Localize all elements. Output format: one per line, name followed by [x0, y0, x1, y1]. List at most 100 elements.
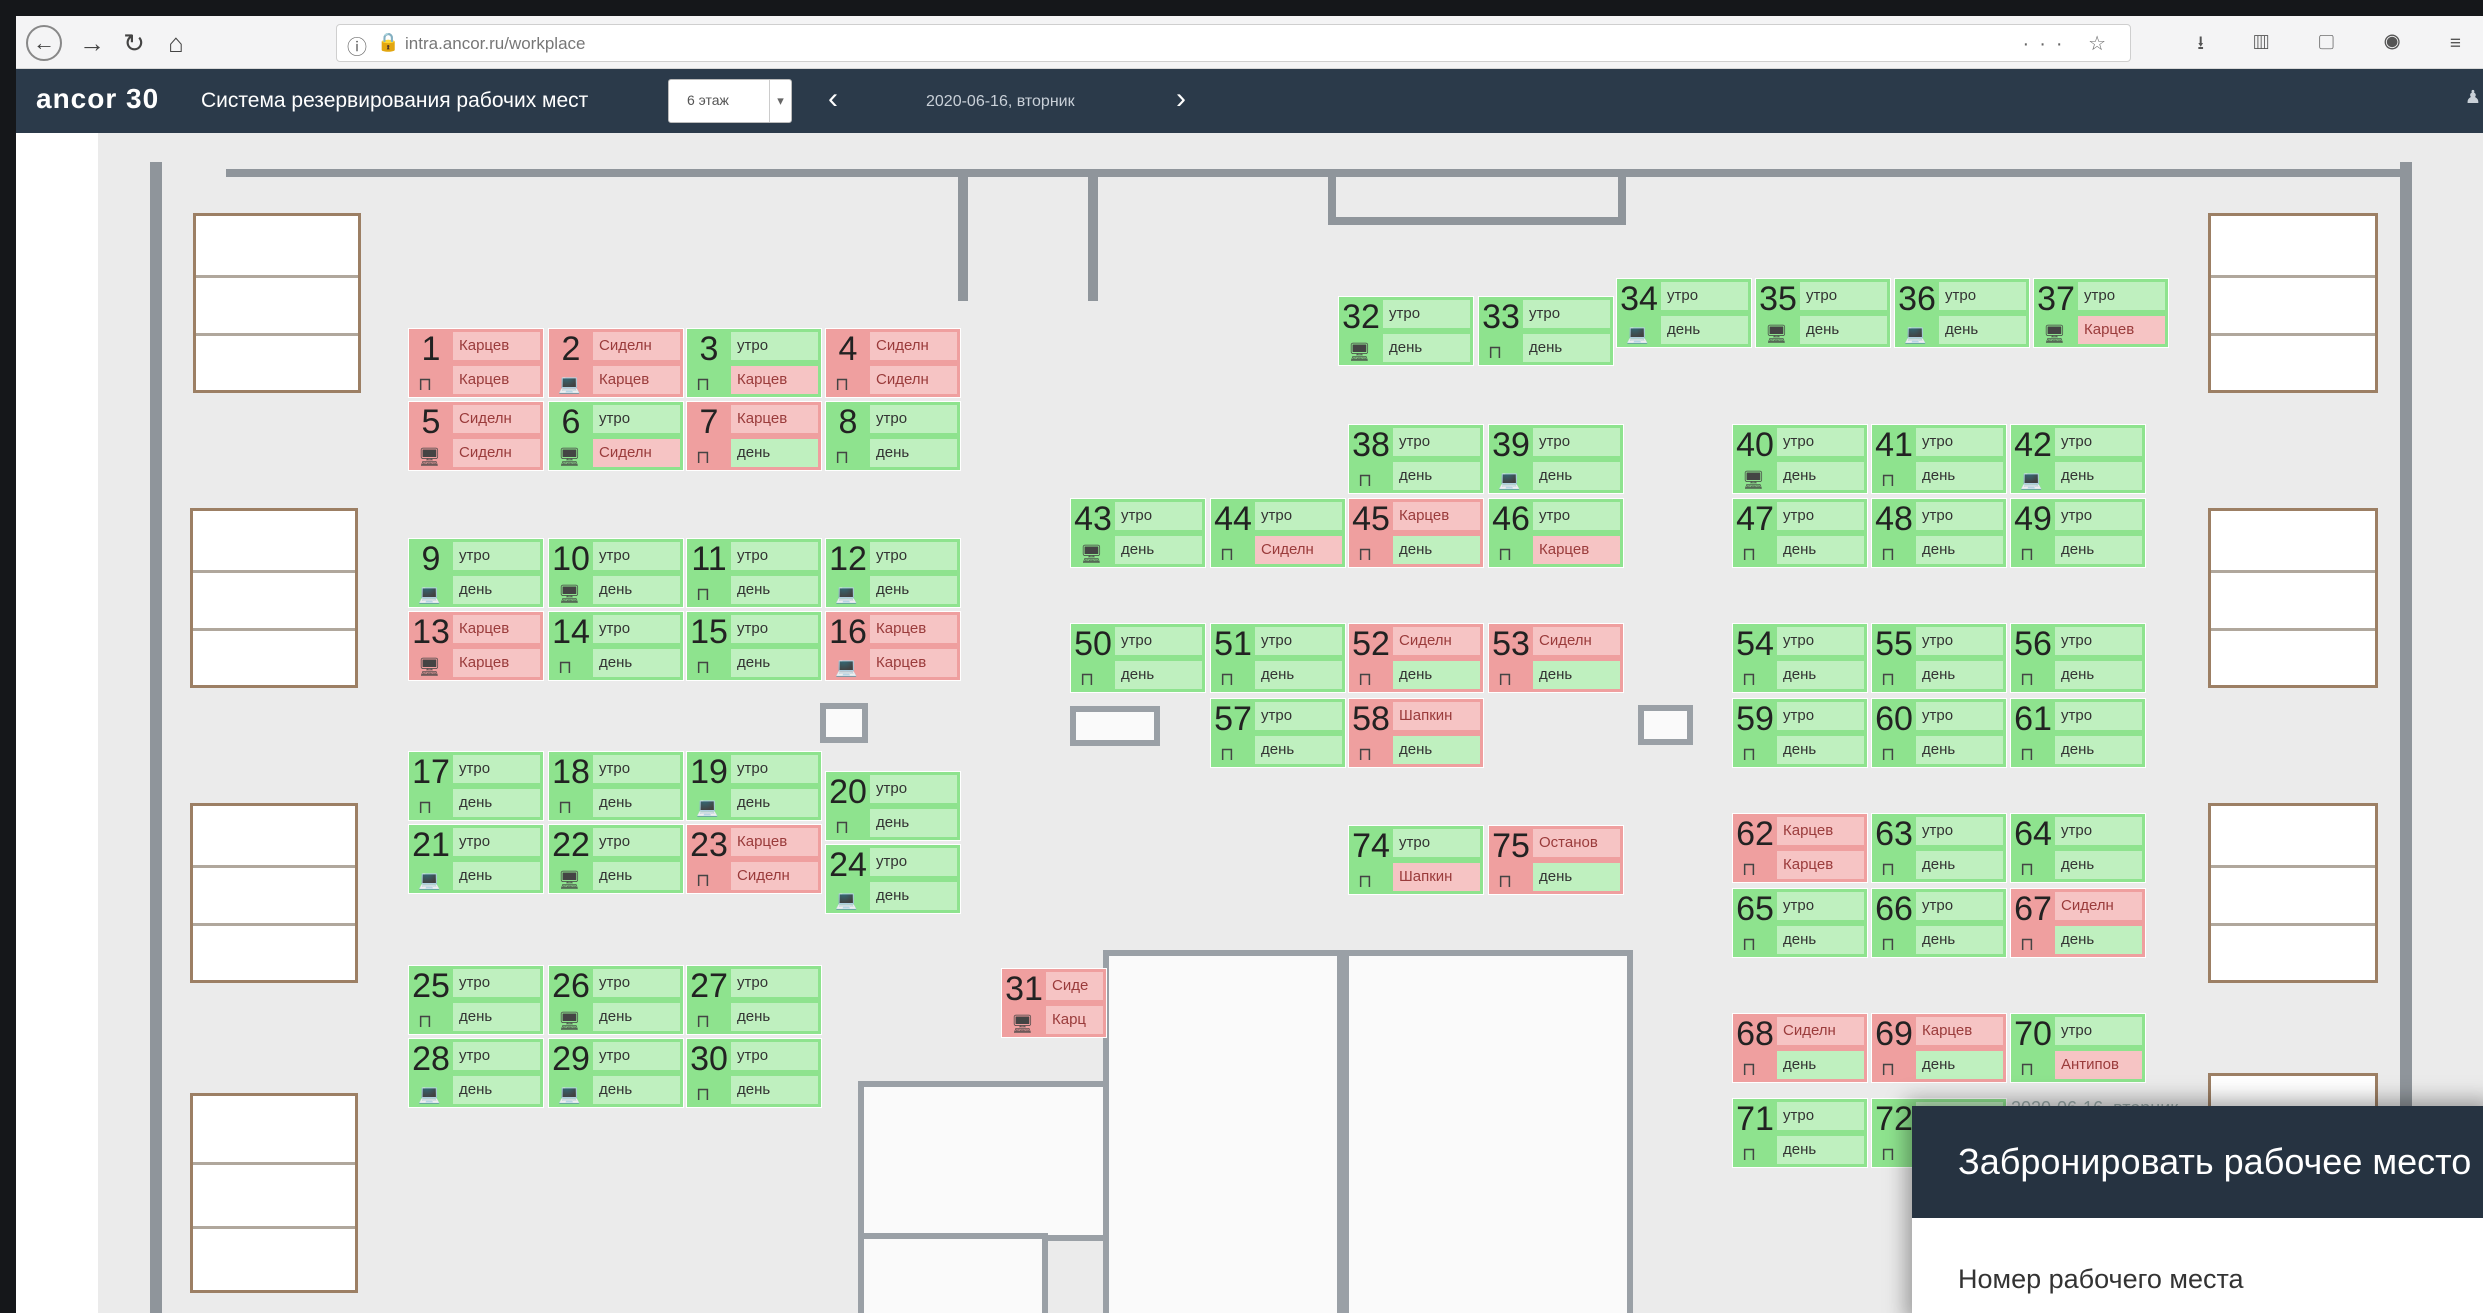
morning-slot[interactable]: утро: [1777, 428, 1864, 456]
morning-slot[interactable]: Сиде: [1046, 972, 1103, 1000]
day-slot[interactable]: день: [870, 809, 957, 837]
day-slot[interactable]: день: [2055, 536, 2142, 564]
morning-slot[interactable]: Карцев: [1916, 1017, 2003, 1045]
day-slot[interactable]: день: [2055, 462, 2142, 490]
day-slot[interactable]: день: [1393, 536, 1480, 564]
morning-slot[interactable]: утро: [453, 1042, 540, 1070]
day-slot[interactable]: день: [1916, 1051, 2003, 1079]
desk-39[interactable]: 39 💻 утро день: [1488, 424, 1624, 494]
day-slot[interactable]: день: [2055, 661, 2142, 689]
desk-57[interactable]: 57 ⊓ утро день: [1210, 698, 1346, 768]
desk-28[interactable]: 28 💻 утро день: [408, 1038, 544, 1108]
day-slot[interactable]: день: [593, 576, 680, 604]
desk-5[interactable]: 5 🖥 Сиделн Сиделн: [408, 401, 544, 471]
desk-19[interactable]: 19 💻 утро день: [686, 751, 822, 821]
desk-16[interactable]: 16 💻 Карцев Карцев: [825, 611, 961, 681]
desk-9[interactable]: 9 💻 утро день: [408, 538, 544, 608]
morning-slot[interactable]: утро: [1939, 282, 2026, 310]
day-slot[interactable]: день: [593, 1003, 680, 1031]
desk-7[interactable]: 7 ⊓ Карцев день: [686, 401, 822, 471]
desk-35[interactable]: 35 🖥 утро день: [1755, 278, 1891, 348]
desk-63[interactable]: 63 ⊓ утро день: [1871, 813, 2007, 883]
desk-22[interactable]: 22 🖥 утро день: [548, 824, 684, 894]
morning-slot[interactable]: Карцев: [453, 332, 540, 360]
desk-62[interactable]: 62 ⊓ Карцев Карцев: [1732, 813, 1868, 883]
day-slot[interactable]: день: [453, 862, 540, 890]
day-slot[interactable]: день: [1777, 536, 1864, 564]
desk-59[interactable]: 59 ⊓ утро день: [1732, 698, 1868, 768]
day-slot[interactable]: день: [1255, 661, 1342, 689]
day-slot[interactable]: день: [731, 1076, 818, 1104]
desk-44[interactable]: 44 ⊓ утро Сиделн: [1210, 498, 1346, 568]
day-slot[interactable]: Сиделн: [1255, 536, 1342, 564]
page-actions-icon[interactable]: ··· ☆: [2023, 31, 2116, 56]
day-slot[interactable]: Карцев: [1533, 536, 1620, 564]
morning-slot[interactable]: утро: [2055, 627, 2142, 655]
day-slot[interactable]: день: [453, 576, 540, 604]
morning-slot[interactable]: утро: [1393, 829, 1480, 857]
desk-30[interactable]: 30 ⊓ утро день: [686, 1038, 822, 1108]
reload-icon[interactable]: ↻: [116, 25, 152, 61]
day-slot[interactable]: день: [453, 1003, 540, 1031]
morning-slot[interactable]: утро: [593, 755, 680, 783]
morning-slot[interactable]: утро: [1255, 627, 1342, 655]
prev-date-button[interactable]: ‹: [828, 84, 838, 114]
morning-slot[interactable]: утро: [593, 405, 680, 433]
day-slot[interactable]: день: [1777, 462, 1864, 490]
day-slot[interactable]: день: [1115, 661, 1202, 689]
day-slot[interactable]: день: [1393, 661, 1480, 689]
day-slot[interactable]: день: [1383, 334, 1470, 362]
day-slot[interactable]: день: [1533, 661, 1620, 689]
day-slot[interactable]: Карцев: [731, 366, 818, 394]
morning-slot[interactable]: утро: [1916, 502, 2003, 530]
url-bar[interactable]: ⓘ 🔒 intra.ancor.ru/workplace ··· ☆: [336, 24, 2131, 62]
day-slot[interactable]: день: [593, 649, 680, 677]
desk-37[interactable]: 37 🖥 утро Карцев: [2033, 278, 2169, 348]
day-slot[interactable]: день: [1255, 736, 1342, 764]
morning-slot[interactable]: утро: [1393, 428, 1480, 456]
desk-61[interactable]: 61 ⊓ утро день: [2010, 698, 2146, 768]
desk-13[interactable]: 13 🖥 Карцев Карцев: [408, 611, 544, 681]
morning-slot[interactable]: утро: [1777, 627, 1864, 655]
day-slot[interactable]: день: [2055, 926, 2142, 954]
desk-66[interactable]: 66 ⊓ утро день: [1871, 888, 2007, 958]
desk-41[interactable]: 41 ⊓ утро день: [1871, 424, 2007, 494]
morning-slot[interactable]: утро: [593, 828, 680, 856]
day-slot[interactable]: день: [1661, 316, 1748, 344]
morning-slot[interactable]: утро: [1533, 428, 1620, 456]
desk-18[interactable]: 18 ⊓ утро день: [548, 751, 684, 821]
morning-slot[interactable]: утро: [593, 542, 680, 570]
desk-29[interactable]: 29 💻 утро день: [548, 1038, 684, 1108]
morning-slot[interactable]: утро: [1916, 702, 2003, 730]
desk-6[interactable]: 6 🖥 утро Сиделн: [548, 401, 684, 471]
user-icon[interactable]: ♟: [2465, 87, 2481, 108]
day-slot[interactable]: Карцев: [1777, 851, 1864, 879]
day-slot[interactable]: Карцев: [870, 649, 957, 677]
desk-69[interactable]: 69 ⊓ Карцев день: [1871, 1013, 2007, 1083]
day-slot[interactable]: день: [593, 862, 680, 890]
desk-17[interactable]: 17 ⊓ утро день: [408, 751, 544, 821]
day-slot[interactable]: день: [1777, 1051, 1864, 1079]
day-slot[interactable]: день: [870, 439, 957, 467]
day-slot[interactable]: день: [593, 789, 680, 817]
morning-slot[interactable]: утро: [453, 755, 540, 783]
desk-3[interactable]: 3 ⊓ утро Карцев: [686, 328, 822, 398]
desk-42[interactable]: 42 💻 утро день: [2010, 424, 2146, 494]
morning-slot[interactable]: утро: [1777, 1102, 1864, 1130]
desk-49[interactable]: 49 ⊓ утро день: [2010, 498, 2146, 568]
desk-2[interactable]: 2 💻 Сиделн Карцев: [548, 328, 684, 398]
desk-64[interactable]: 64 ⊓ утро день: [2010, 813, 2146, 883]
morning-slot[interactable]: утро: [1916, 892, 2003, 920]
morning-slot[interactable]: утро: [1115, 627, 1202, 655]
morning-slot[interactable]: утро: [2078, 282, 2165, 310]
desk-40[interactable]: 40 🖥 утро день: [1732, 424, 1868, 494]
morning-slot[interactable]: утро: [1255, 702, 1342, 730]
day-slot[interactable]: день: [1800, 316, 1887, 344]
morning-slot[interactable]: утро: [1916, 817, 2003, 845]
day-slot[interactable]: день: [453, 789, 540, 817]
morning-slot[interactable]: утро: [593, 1042, 680, 1070]
morning-slot[interactable]: Шапкин: [1393, 702, 1480, 730]
desk-20[interactable]: 20 ⊓ утро день: [825, 771, 961, 841]
day-slot[interactable]: день: [1916, 851, 2003, 879]
day-slot[interactable]: Антипов: [2055, 1051, 2142, 1079]
